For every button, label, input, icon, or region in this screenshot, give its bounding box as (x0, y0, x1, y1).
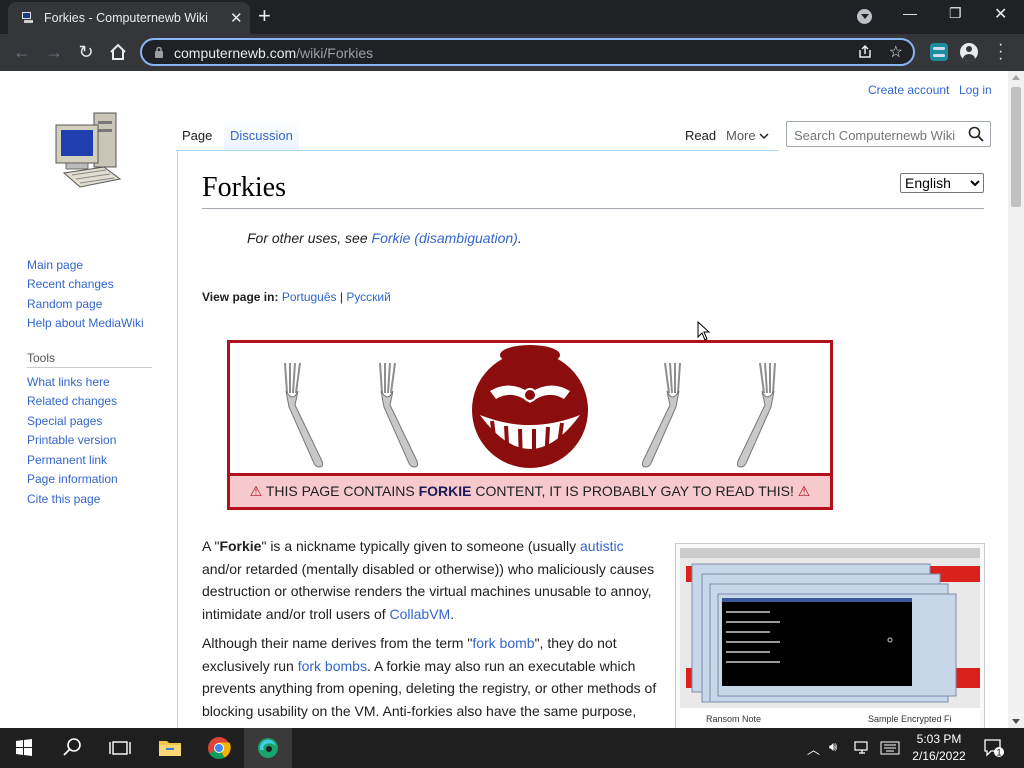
computer-logo-icon[interactable] (50, 107, 126, 193)
browser-tab[interactable]: Forkies - Computernewb Wiki ✕ (8, 2, 250, 34)
extension-icon[interactable] (930, 43, 948, 61)
sidebar-item-help[interactable]: Help about MediaWiki (27, 316, 144, 330)
search-input[interactable] (792, 125, 966, 145)
network-icon[interactable] (854, 740, 870, 756)
banner-text-after: CONTENT, IT IS PROBABLY GAY TO READ THIS… (471, 483, 794, 499)
sidebar-item-printable-version[interactable]: Printable version (27, 433, 116, 447)
file-explorer-icon[interactable] (146, 728, 194, 768)
volume-icon[interactable]: 🔊︎ (829, 739, 837, 755)
article-content: Forkies English For other uses, see Fork… (177, 150, 1008, 728)
address-bar[interactable]: computernewb.com/wiki/Forkies ☆ (140, 38, 915, 66)
wiki-favicon-icon (22, 12, 33, 23)
forkie-warning-banner: ⚠ THIS PAGE CONTAINS FORKIE CONTENT, IT … (227, 340, 833, 510)
browser-menu-icon[interactable]: · · · (998, 37, 1003, 67)
sidebar-item-random-page[interactable]: Random page (27, 297, 102, 311)
search-icon[interactable] (968, 126, 984, 142)
windows-start-icon[interactable] (0, 728, 48, 768)
close-tab-icon[interactable]: ✕ (230, 9, 243, 27)
lang-link-russian[interactable]: Русский (346, 290, 391, 304)
disambiguation-link[interactable]: Forkie (disambiguation) (372, 230, 518, 246)
sidebar-item-recent-changes[interactable]: Recent changes (27, 277, 114, 291)
reload-icon[interactable]: ↻ (75, 41, 97, 63)
notifications-icon[interactable]: 1 (983, 738, 1005, 758)
forks-and-face-image (284, 345, 776, 468)
banner-text-bold: FORKIE (418, 483, 472, 499)
chevron-down-icon (759, 133, 769, 140)
tools-divider (27, 367, 152, 368)
sidebar-item-cite-this-page[interactable]: Cite this page (27, 492, 100, 506)
clock-date: 2/16/2022 (912, 749, 966, 763)
create-account-link[interactable]: Create account (868, 83, 949, 97)
tray-overflow-icon[interactable]: ︿ (807, 739, 820, 758)
thumbnail-figure[interactable]: Ransom Note Sample Encrypted Fi (675, 543, 985, 728)
sidebar-item-related-changes[interactable]: Related changes (27, 394, 117, 408)
fork-bombs-link[interactable]: fork bombs (298, 658, 367, 674)
browser-tabstrip: Forkies - Computernewb Wiki ✕ + — ❐ ✕ (0, 0, 1024, 34)
paragraph-2: Although their name derives from the ter… (202, 635, 657, 719)
tools-heading: Tools (27, 351, 56, 365)
sidebar-item-main-page[interactable]: Main page (27, 258, 83, 272)
new-tab-icon[interactable]: + (258, 3, 271, 29)
wiki-page: Create account Log in Main page Recent c… (0, 71, 1008, 728)
sidebar-item-special-pages[interactable]: Special pages (27, 414, 102, 428)
thumb-label-left: Ransom Note (706, 714, 761, 724)
title-underline (202, 208, 984, 209)
warning-icon: ⚠ (797, 483, 811, 499)
banner-text-before: THIS PAGE CONTAINS (265, 483, 419, 499)
scroll-up-icon[interactable] (1012, 75, 1020, 80)
more-label: More (726, 128, 756, 143)
chrome-taskbar-icon[interactable] (195, 728, 243, 768)
thumb-label-right: Sample Encrypted Fi (868, 714, 952, 724)
lang-link-portuguese[interactable]: Português (282, 290, 337, 304)
task-view-icon[interactable] (96, 728, 144, 768)
share-icon[interactable] (857, 44, 873, 60)
search-box (786, 121, 991, 147)
bookmark-star-icon[interactable]: ☆ (889, 42, 903, 62)
close-window-icon[interactable]: ✕ (994, 4, 1007, 24)
system-clock[interactable]: 5:03 PM 2/16/2022 (908, 731, 970, 765)
view-page-in: View page in: Português | Русский (202, 290, 391, 304)
collabvm-link[interactable]: CollabVM (390, 606, 451, 622)
page-title: Forkies (202, 172, 286, 203)
lock-icon[interactable] (154, 46, 164, 59)
page-scrollbar[interactable] (1008, 71, 1024, 728)
url-text: computernewb.com/wiki/Forkies (174, 45, 374, 61)
scroll-down-icon[interactable] (1012, 719, 1020, 724)
notification-count: 1 (996, 748, 1001, 758)
sidebar-item-page-information[interactable]: Page information (27, 472, 118, 486)
banner-warning-bar: ⚠ THIS PAGE CONTAINS FORKIE CONTENT, IT … (230, 473, 830, 507)
search-taskbar-icon[interactable] (48, 728, 96, 768)
windows-taskbar: ︿ 🔊︎ 5:03 PM 2/16/2022 1 (0, 728, 1024, 768)
mouse-cursor-icon (697, 321, 711, 341)
sidebar-item-what-links-here[interactable]: What links here (27, 375, 110, 389)
screenshot-thumbnail-image: Ransom Note Sample Encrypted Fi (680, 548, 980, 728)
tab-search-icon[interactable] (857, 9, 872, 24)
profile-avatar-icon[interactable] (960, 43, 978, 61)
view-in-label: View page in: (202, 290, 279, 304)
clock-time: 5:03 PM (916, 732, 962, 746)
language-select[interactable]: English (900, 173, 984, 193)
log-in-link[interactable]: Log in (959, 83, 992, 97)
tab-discussion[interactable]: Discussion (224, 121, 299, 150)
keyboard-icon[interactable] (880, 741, 900, 755)
sidebar-item-permanent-link[interactable]: Permanent link (27, 453, 107, 467)
edge-taskbar-icon[interactable] (244, 728, 292, 768)
tab-title: Forkies - Computernewb Wiki (44, 11, 208, 25)
browser-toolbar: ← → ↻ computernewb.com/wiki/Forkies ☆ · ·… (0, 34, 1024, 71)
autistic-link[interactable]: autistic (580, 538, 624, 554)
back-icon[interactable]: ← (11, 41, 33, 63)
tab-more[interactable]: More (726, 128, 769, 143)
restore-icon[interactable]: ❐ (949, 5, 962, 22)
paragraph-1: A "Forkie" is a nickname typically given… (202, 538, 655, 622)
hatnote: For other uses, see Forkie (disambiguati… (247, 230, 522, 246)
scroll-thumb[interactable] (1011, 87, 1021, 207)
tab-page[interactable]: Page (176, 121, 219, 151)
minimize-icon[interactable]: — (903, 5, 917, 21)
fork-bomb-link[interactable]: fork bomb (472, 635, 534, 651)
warning-icon: ⚠ (249, 483, 263, 499)
home-icon[interactable] (107, 41, 129, 63)
forward-icon[interactable]: → (43, 41, 65, 63)
tab-read[interactable]: Read (685, 128, 716, 143)
